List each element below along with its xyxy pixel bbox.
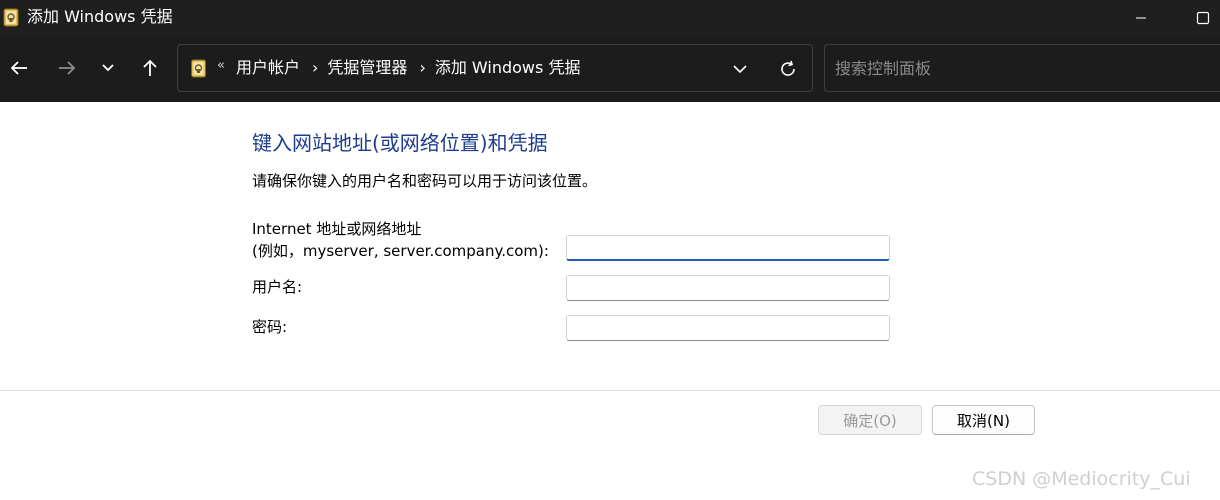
search-box[interactable] [824,44,1220,92]
navigation-bar: « 用户帐户 › 凭据管理器 › 添加 Windows 凭据 [0,36,1220,102]
arrow-right-icon [59,61,76,75]
page-title: 键入网站地址(或网络位置)和凭据 [252,131,548,155]
breadcrumb-separator[interactable]: › [419,57,425,79]
username-label: 用户名: [252,278,303,296]
up-button[interactable] [133,51,167,85]
password-input[interactable] [566,315,890,341]
arrow-up-icon [143,59,157,76]
address-label: Internet 地址或网络地址 [252,220,422,238]
recent-locations-button[interactable] [91,51,125,85]
breadcrumb-separator[interactable]: › [312,57,318,79]
address-example-label: (例如，myserver, server.company.com): [252,242,549,260]
address-bar[interactable]: « 用户帐户 › 凭据管理器 › 添加 Windows 凭据 [177,44,813,92]
refresh-icon [781,60,795,76]
minimize-icon [1136,17,1146,19]
chevron-down-icon [733,65,747,74]
breadcrumb-overflow[interactable]: « [217,56,225,76]
breadcrumb: 用户帐户 › 凭据管理器 › 添加 Windows 凭据 [236,57,580,79]
instruction-text: 请确保你键入的用户名和密码可以用于访问该位置。 [252,172,598,190]
password-label: 密码: [252,318,288,336]
footer-divider [0,390,1220,391]
control-panel-icon [190,58,207,78]
breadcrumb-item-add-windows-credential[interactable]: 添加 Windows 凭据 [435,57,581,79]
arrow-left-icon [10,61,27,75]
window-title: 添加 Windows 凭据 [27,7,173,26]
forward-button[interactable] [50,51,84,85]
maximize-icon [1196,11,1210,25]
maximize-button[interactable] [1180,0,1220,36]
credential-manager-icon [3,7,19,27]
breadcrumb-item-credential-manager[interactable]: 凭据管理器 [327,57,407,79]
username-input[interactable] [566,275,890,301]
chevron-down-icon [102,64,114,72]
cancel-button[interactable]: 取消(N) [932,405,1035,435]
ok-button[interactable]: 确定(O) [818,405,922,435]
address-history-button[interactable] [726,55,754,83]
refresh-button[interactable] [774,55,802,83]
title-bar: 添加 Windows 凭据 [0,0,1220,36]
watermark: CSDN @Mediocrity_Cui [972,468,1191,490]
address-input[interactable] [566,235,890,261]
back-button[interactable] [2,51,36,85]
minimize-button[interactable] [1118,0,1164,36]
search-input[interactable] [833,55,1213,81]
breadcrumb-item-user-accounts[interactable]: 用户帐户 [236,57,300,79]
